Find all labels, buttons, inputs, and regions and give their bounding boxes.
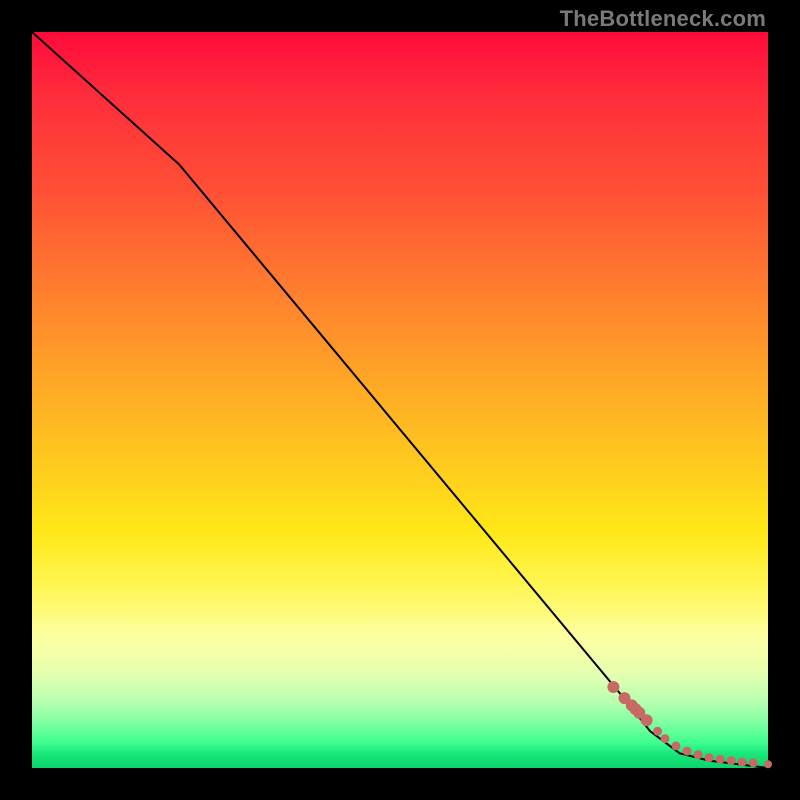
gpu-point [727, 756, 736, 765]
gpu-point [653, 727, 662, 736]
chart-frame: TheBottleneck.com [0, 0, 800, 800]
gpu-point [738, 758, 747, 767]
gpu-point [694, 750, 703, 759]
watermark-text: TheBottleneck.com [560, 6, 766, 32]
gpu-point [764, 760, 772, 768]
gpu-point [607, 681, 619, 693]
plot-area [32, 32, 768, 768]
gpu-point [716, 755, 725, 764]
curve-svg [32, 32, 768, 768]
gpu-point [672, 741, 681, 750]
gpu-point [705, 753, 714, 762]
gpu-point [683, 747, 692, 756]
gpu-point [661, 734, 670, 743]
bottleneck-curve [32, 32, 768, 768]
gpu-point [641, 714, 653, 726]
gpu-point [749, 758, 758, 767]
